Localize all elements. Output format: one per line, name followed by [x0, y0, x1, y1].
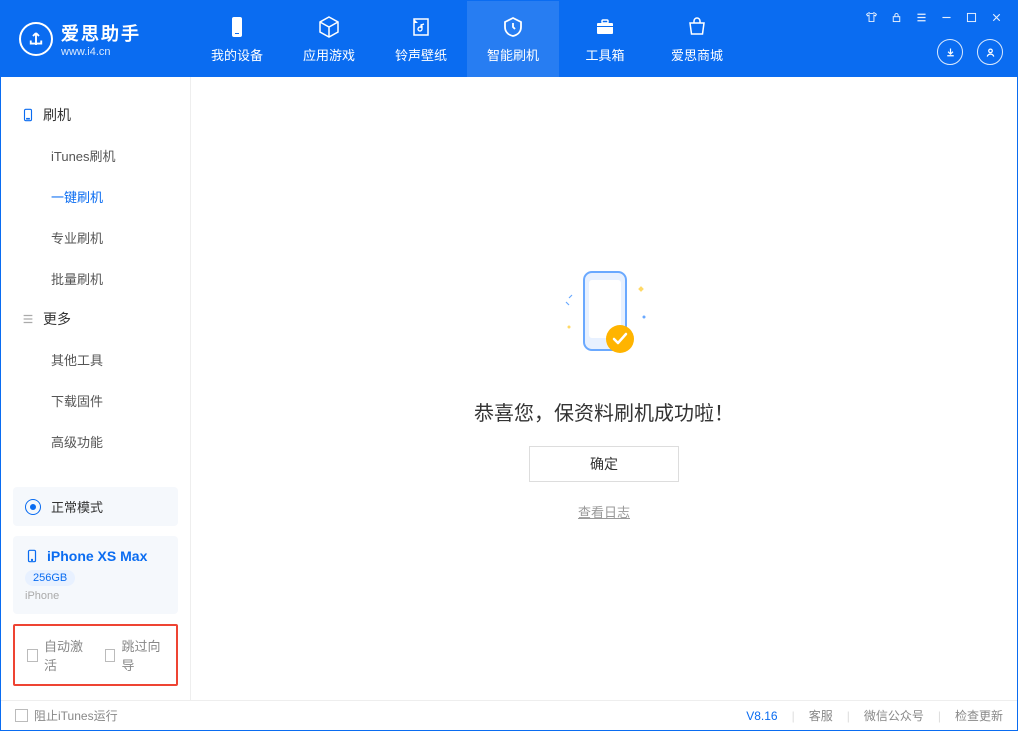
app-subtitle: www.i4.cn	[61, 46, 141, 58]
sidebar-item-advanced[interactable]: 高级功能	[51, 421, 176, 462]
view-log-link[interactable]: 查看日志	[578, 502, 630, 521]
download-button[interactable]	[937, 39, 963, 65]
sidebar: 刷机 iTunes刷机 一键刷机 专业刷机 批量刷机 更多 其他工具 下载固件 …	[1, 77, 191, 700]
sidebar-item-batch-flash[interactable]: 批量刷机	[51, 258, 176, 299]
success-illustration	[544, 257, 664, 377]
device-model: iPhone	[25, 590, 166, 602]
checkbox-block-itunes[interactable]: 阻止iTunes运行	[15, 707, 118, 724]
nav-label: 工具箱	[585, 45, 624, 64]
nav-my-device[interactable]: 我的设备	[191, 1, 283, 77]
sidebar-item-download-firmware[interactable]: 下载固件	[51, 380, 176, 421]
sidebar-group-title: 更多	[15, 299, 176, 339]
main-content: 恭喜您，保资料刷机成功啦！ 确定 查看日志	[191, 77, 1017, 700]
mode-icon	[25, 499, 41, 515]
nav-toolbox[interactable]: 工具箱	[559, 1, 651, 77]
logo-icon	[19, 22, 53, 56]
sidebar-group-flash: 刷机 iTunes刷机 一键刷机 专业刷机 批量刷机	[1, 95, 190, 299]
nav-apps-games[interactable]: 应用游戏	[283, 1, 375, 77]
sidebar-item-itunes-flash[interactable]: iTunes刷机	[51, 135, 176, 176]
sidebar-group-title: 刷机	[15, 95, 176, 135]
checkbox-icon	[105, 649, 116, 662]
window-controls	[865, 11, 1003, 24]
menu-icon[interactable]	[915, 11, 928, 24]
checkbox-icon	[27, 649, 38, 662]
device-info[interactable]: iPhone XS Max 256GB iPhone	[13, 536, 178, 614]
nav-label: 铃声壁纸	[395, 45, 447, 64]
sidebar-bottom: 正常模式 iPhone XS Max 256GB iPhone 自动激活 跳过向…	[1, 481, 190, 700]
list-icon	[21, 312, 35, 326]
confirm-button[interactable]: 确定	[529, 446, 679, 482]
minimize-button[interactable]	[940, 11, 953, 24]
checkbox-auto-activate[interactable]: 自动激活	[27, 636, 87, 674]
sidebar-item-oneclick-flash[interactable]: 一键刷机	[51, 176, 176, 217]
device-mode[interactable]: 正常模式	[13, 487, 178, 526]
nav-store[interactable]: 爱思商城	[651, 1, 743, 77]
checkbox-icon	[15, 709, 28, 722]
checkbox-skip-guide[interactable]: 跳过向导	[105, 636, 165, 674]
shirt-icon[interactable]	[865, 11, 878, 24]
main-nav: 我的设备 应用游戏 铃声壁纸 智能刷机 工具箱 爱思商城	[191, 1, 743, 77]
footer-link-support[interactable]: 客服	[809, 707, 833, 724]
phone-icon	[21, 108, 35, 122]
nav-label: 爱思商城	[671, 45, 723, 64]
nav-label: 我的设备	[211, 45, 263, 64]
sidebar-item-pro-flash[interactable]: 专业刷机	[51, 217, 176, 258]
nav-smart-flash[interactable]: 智能刷机	[467, 1, 559, 77]
phone-icon	[25, 549, 39, 563]
status-bar: 阻止iTunes运行 V8.16 | 客服 | 微信公众号 | 检查更新	[1, 700, 1017, 730]
sidebar-group-more: 更多 其他工具 下载固件 高级功能	[1, 299, 190, 462]
header-right-icons	[937, 39, 1003, 65]
lock-icon[interactable]	[890, 11, 903, 24]
maximize-button[interactable]	[965, 11, 978, 24]
logo-section: 爱思助手 www.i4.cn	[1, 20, 191, 58]
app-title: 爱思助手	[61, 20, 141, 46]
nav-label: 应用游戏	[303, 45, 355, 64]
footer-link-update[interactable]: 检查更新	[955, 707, 1003, 724]
device-capacity: 256GB	[25, 570, 75, 586]
highlighted-options: 自动激活 跳过向导	[13, 624, 178, 686]
close-button[interactable]	[990, 11, 1003, 24]
sidebar-item-other-tools[interactable]: 其他工具	[51, 339, 176, 380]
version-label: V8.16	[746, 709, 777, 723]
device-name: iPhone XS Max	[47, 548, 147, 564]
app-header: 爱思助手 www.i4.cn 我的设备 应用游戏 铃声壁纸 智能刷机 工具箱 爱…	[1, 1, 1017, 77]
success-message: 恭喜您，保资料刷机成功啦！	[474, 397, 734, 426]
user-button[interactable]	[977, 39, 1003, 65]
app-body: 刷机 iTunes刷机 一键刷机 专业刷机 批量刷机 更多 其他工具 下载固件 …	[1, 77, 1017, 700]
nav-ringtones[interactable]: 铃声壁纸	[375, 1, 467, 77]
footer-link-wechat[interactable]: 微信公众号	[864, 707, 924, 724]
nav-label: 智能刷机	[487, 45, 539, 64]
